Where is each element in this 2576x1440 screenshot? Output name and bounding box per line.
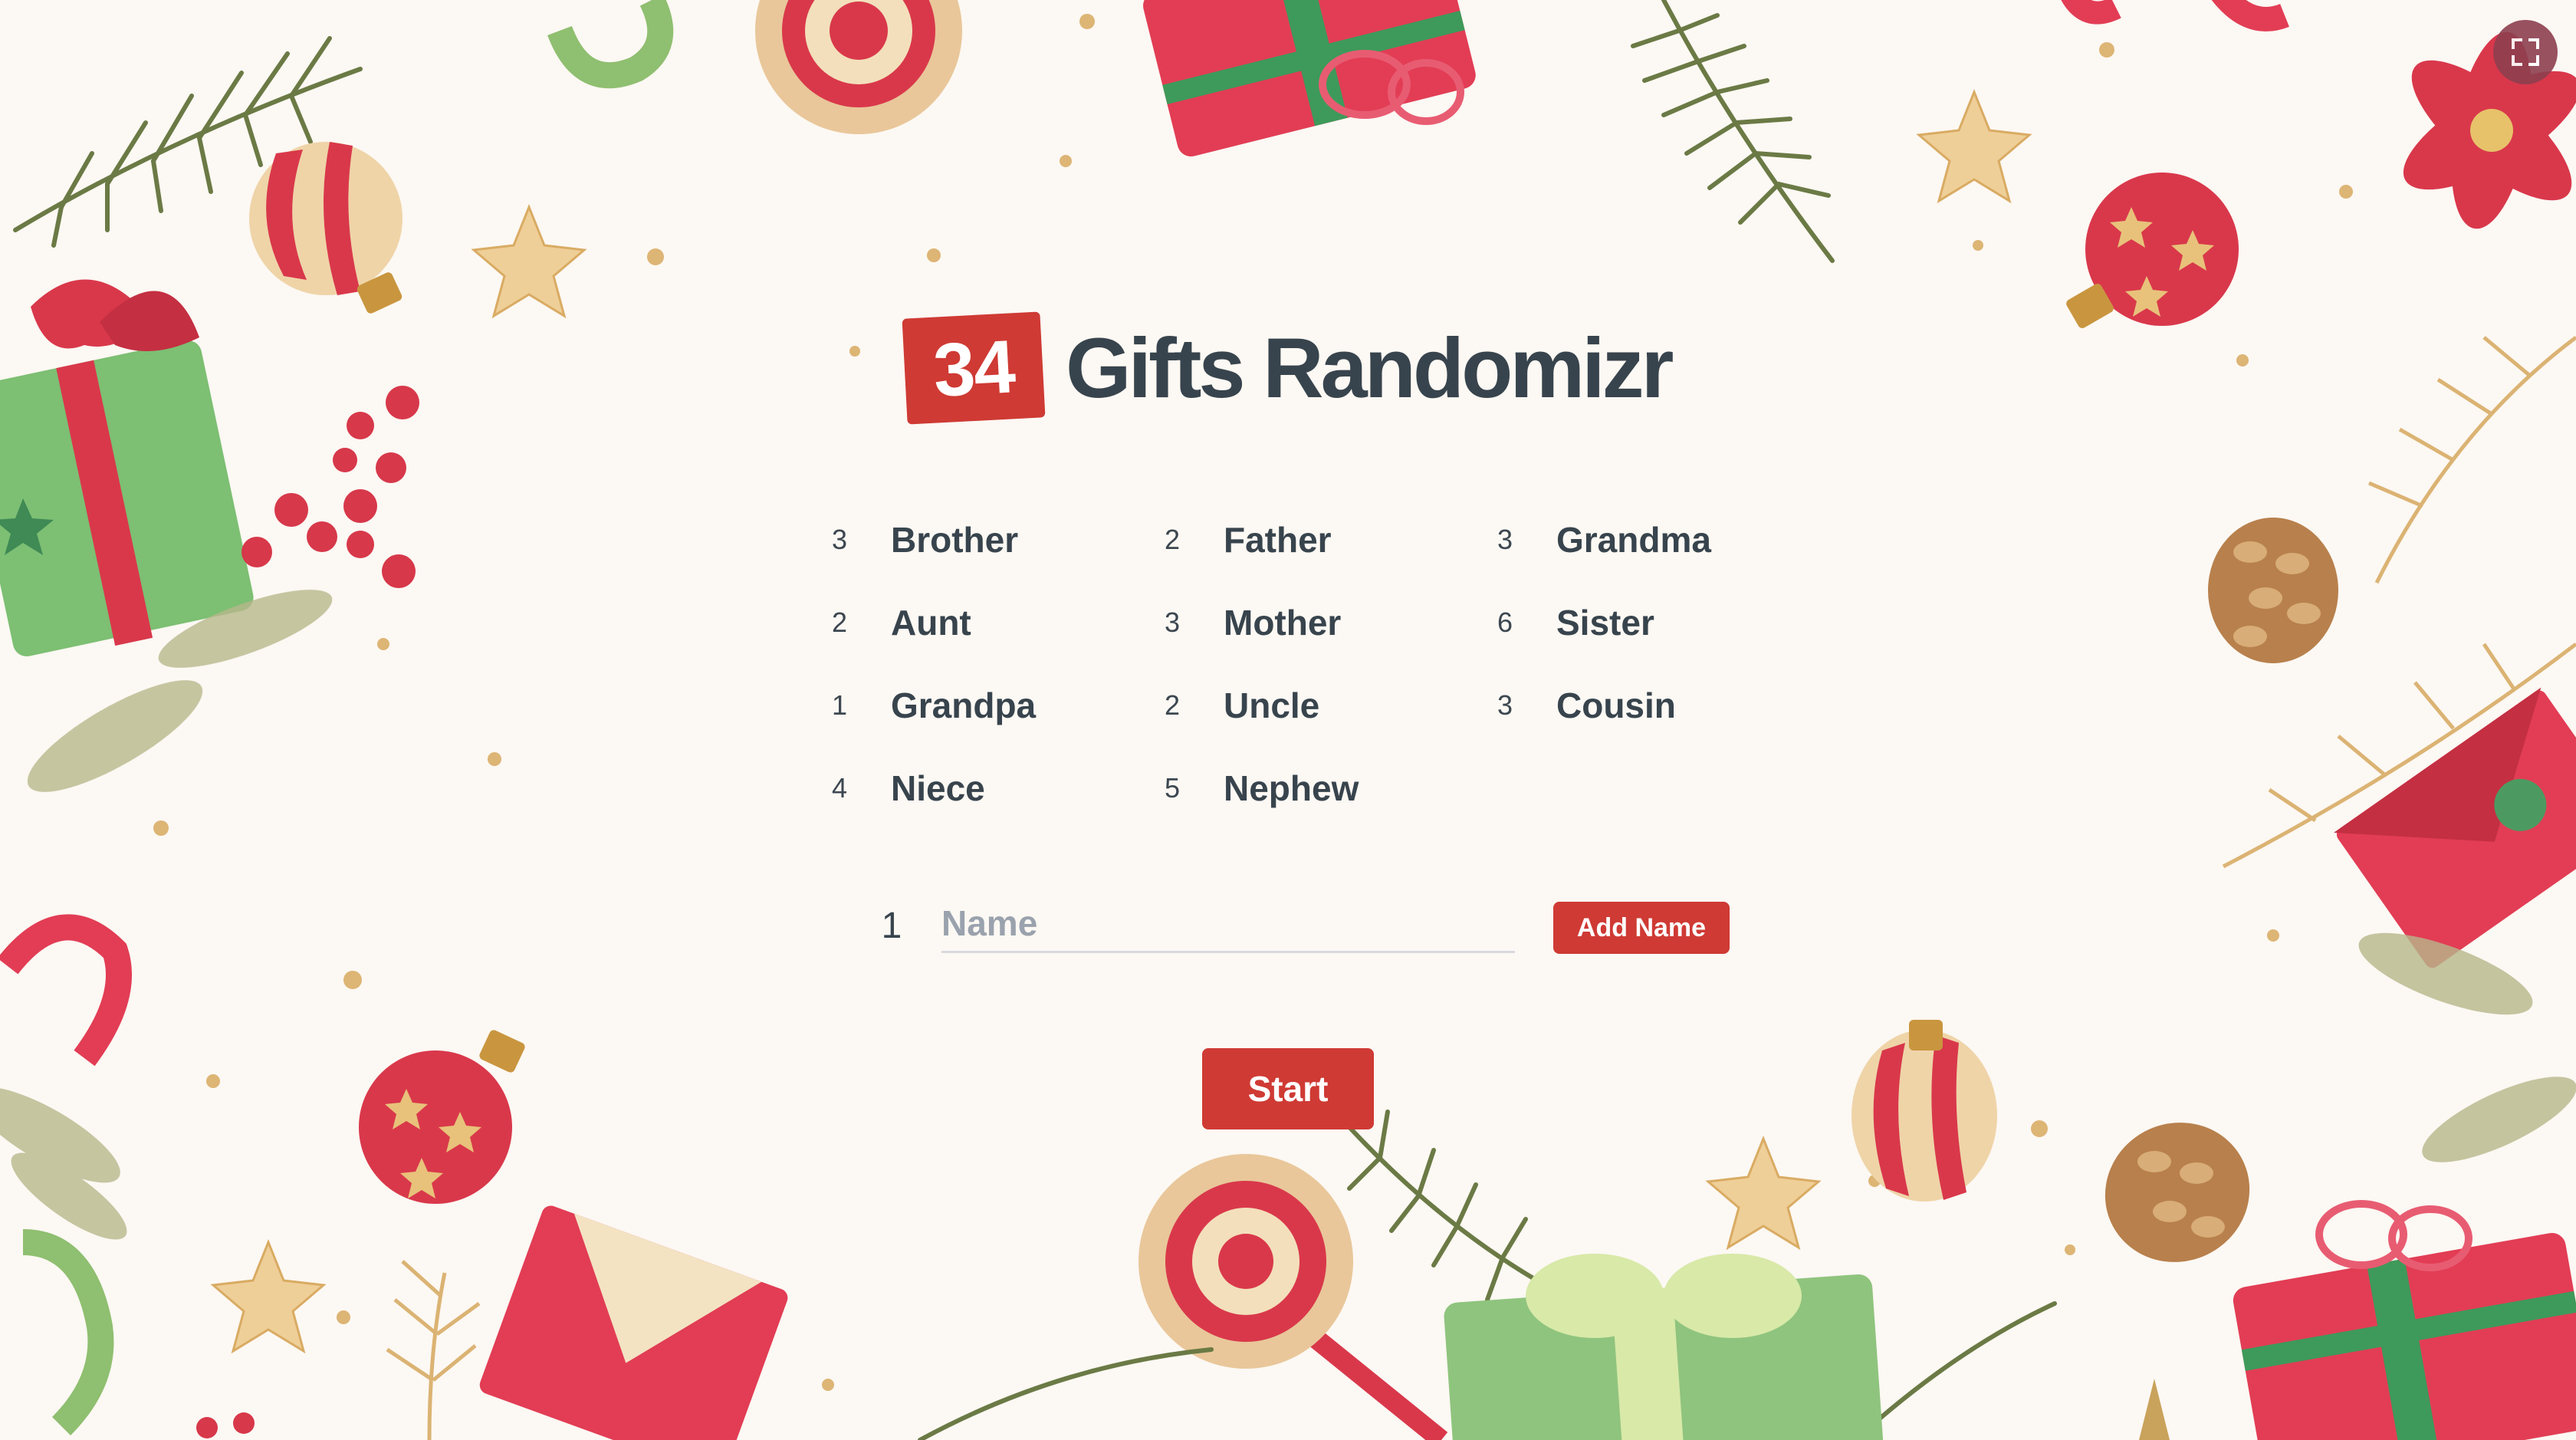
fullscreen-icon	[2512, 38, 2539, 66]
list-item[interactable]: 6 Sister	[1486, 593, 1771, 653]
name-label: Grandpa	[891, 685, 1037, 725]
name-label: Nephew	[1224, 768, 1359, 808]
name-count: 2	[831, 607, 848, 638]
name-label: Brother	[891, 520, 1019, 560]
list-item[interactable]: 2 Aunt	[820, 593, 1153, 653]
name-label: Cousin	[1556, 685, 1676, 725]
name-label: Sister	[1556, 603, 1654, 643]
total-count-badge: 34	[902, 311, 1046, 425]
name-label: Grandma	[1556, 520, 1711, 560]
list-item[interactable]: 3 Mother	[1153, 593, 1486, 653]
name-count: 3	[831, 524, 848, 555]
name-label: Father	[1224, 520, 1332, 560]
app-title: Gifts Randomizr	[1066, 321, 1674, 416]
name-count: 1	[831, 689, 848, 721]
list-item[interactable]: 2 Uncle	[1153, 676, 1486, 735]
start-button[interactable]: Start	[1202, 1048, 1374, 1129]
title-row: 34 Gifts Randomizr	[902, 307, 1674, 429]
list-item[interactable]: 5 Nephew	[1153, 758, 1486, 818]
app-canvas: 34 Gifts Randomizr 3 Brother 2 Father 3 …	[0, 0, 2576, 1440]
name-count: 3	[1497, 689, 1513, 721]
names-list: 3 Brother 2 Father 3 Grandma 2 Aunt 3 Mo…	[820, 510, 1771, 841]
name-label: Mother	[1224, 603, 1342, 643]
name-label: Aunt	[891, 603, 971, 643]
name-count: 2	[1164, 524, 1181, 555]
name-count: 6	[1497, 607, 1513, 638]
list-item[interactable]: 1 Grandpa	[820, 676, 1153, 735]
fullscreen-button[interactable]	[2493, 20, 2558, 84]
name-count: 5	[1164, 772, 1181, 804]
name-count: 2	[1164, 689, 1181, 721]
list-item[interactable]: 2 Father	[1153, 510, 1486, 570]
add-name-form: 1 Add Name	[874, 896, 1740, 954]
name-count: 3	[1164, 607, 1181, 638]
list-item[interactable]: 3 Grandma	[1486, 510, 1771, 570]
list-item[interactable]: 4 Niece	[820, 758, 1153, 818]
add-name-button[interactable]: Add Name	[1553, 902, 1730, 954]
name-input[interactable]	[941, 899, 1515, 953]
name-label: Uncle	[1224, 685, 1320, 725]
name-count: 4	[831, 772, 848, 804]
list-item[interactable]: 3 Brother	[820, 510, 1153, 570]
name-count: 3	[1497, 524, 1513, 555]
list-item[interactable]: 3 Cousin	[1486, 676, 1771, 735]
next-entry-number: 1	[881, 906, 902, 946]
name-label: Niece	[891, 768, 985, 808]
